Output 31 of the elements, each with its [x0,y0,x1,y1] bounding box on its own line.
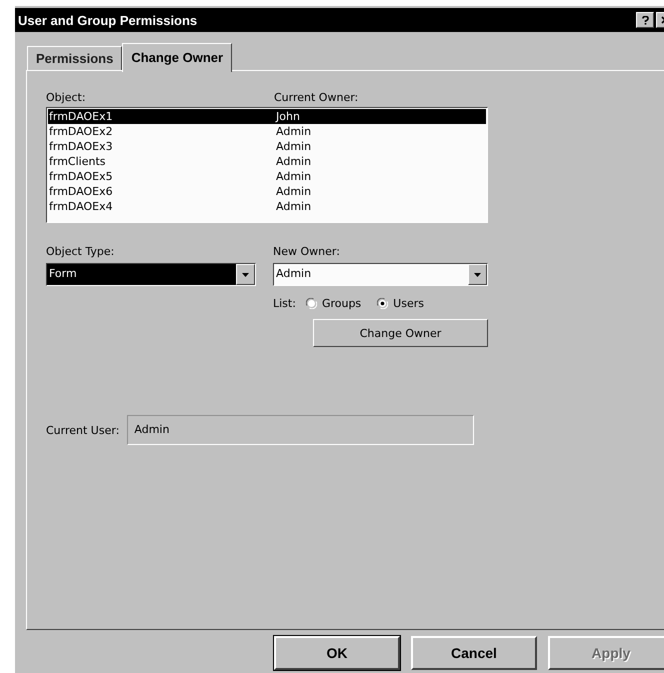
list-row[interactable]: frmDAOEx4 Admin [48,199,486,214]
list-row[interactable]: frmDAOEx3 Admin [48,139,486,154]
list-row[interactable]: frmDAOEx5 Admin [48,169,486,184]
list-row[interactable]: frmDAOEx1 John [48,109,486,124]
dropdown-button[interactable] [236,264,255,285]
read-only-field: Admin [127,415,474,445]
field-label: Current User: [46,424,120,436]
field-label: Object Type: [46,245,116,258]
help-icon [642,16,648,24]
radio-option[interactable]: Users [377,297,430,310]
dropdown-arrow-icon [474,272,481,276]
list-row[interactable]: frmClients Admin [48,154,486,169]
window-title: User and Group Permissions [18,12,198,28]
dropdown-button[interactable] [468,264,487,285]
field-label: New Owner: [273,245,341,258]
tab[interactable]: Change Owner [122,43,232,72]
change-owner-button[interactable]: Change Owner [313,319,488,347]
tab[interactable]: Permissions [27,46,122,70]
dropdown[interactable]: Admin [273,263,488,286]
list-row[interactable]: frmDAOEx2 Admin [48,124,486,139]
dialog-button[interactable]: Cancel [411,636,537,670]
column-header: Object: [46,91,87,104]
radio-option[interactable]: Groups [306,297,368,310]
dropdown-arrow-icon [242,272,249,276]
dropdown[interactable]: Form [46,263,256,286]
dialog-button: Apply [548,636,664,670]
list-row[interactable]: frmDAOEx6 Admin [48,184,486,199]
column-header: Current Owner: [274,91,358,104]
help-button[interactable] [636,12,654,28]
dialog-button[interactable]: OK [274,636,400,670]
field-label: List: [273,297,296,310]
